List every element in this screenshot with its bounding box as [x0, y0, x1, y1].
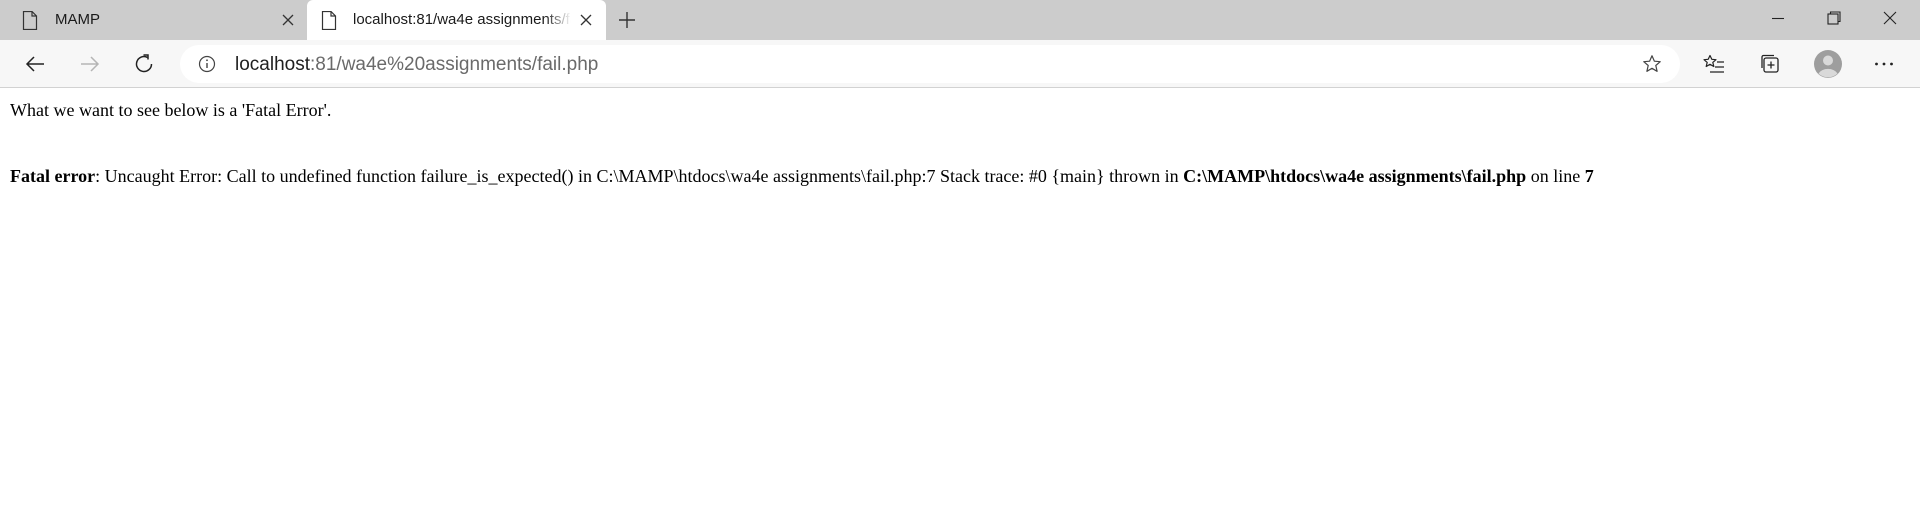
fatal-error-message: Fatal error: Uncaught Error: Call to und…: [10, 166, 1594, 187]
favorites-icon: [1703, 54, 1724, 73]
error-label: Fatal error: [10, 166, 96, 186]
error-line-number: 7: [1584, 166, 1594, 186]
avatar-icon: [1814, 50, 1842, 78]
restore-button[interactable]: [1806, 0, 1862, 36]
tab-title: localhost:81/wa4e assignments/fail.php: [353, 11, 571, 28]
page-icon: [321, 10, 337, 31]
page-icon: [22, 10, 38, 31]
refresh-button[interactable]: [128, 48, 160, 80]
intro-text: What we want to see below is a 'Fatal Er…: [10, 100, 332, 120]
error-file: C:\MAMP\htdocs\wa4e assignments\fail.php: [1183, 166, 1527, 186]
collections-button[interactable]: [1754, 48, 1786, 80]
favorites-button[interactable]: [1698, 48, 1730, 80]
minimize-icon: [1772, 17, 1784, 20]
tab-fail-php[interactable]: localhost:81/wa4e assignments/fail.php: [307, 0, 606, 40]
address-bar[interactable]: localhost:81/wa4e%20assignments/fail.php: [180, 45, 1680, 83]
favorite-star-icon[interactable]: [1642, 54, 1662, 74]
page-content: What we want to see below is a 'Fatal Er…: [0, 89, 1920, 531]
close-icon: [1883, 11, 1897, 25]
close-icon[interactable]: [279, 11, 297, 29]
plus-icon: [619, 12, 635, 28]
back-button[interactable]: [19, 48, 51, 80]
info-icon[interactable]: [198, 55, 216, 73]
more-icon: [1875, 62, 1893, 66]
restore-icon: [1827, 11, 1841, 25]
error-message: : Uncaught Error: Call to undefined func…: [95, 166, 1184, 186]
close-icon[interactable]: [577, 11, 595, 29]
new-tab-button[interactable]: [616, 9, 638, 31]
minimize-button[interactable]: [1750, 0, 1806, 36]
profile-button[interactable]: [1812, 48, 1844, 80]
address-url[interactable]: localhost:81/wa4e%20assignments/fail.php: [235, 54, 598, 76]
arrow-left-icon: [25, 56, 44, 72]
address-host: localhost: [235, 54, 310, 75]
address-path: :81/wa4e%20assignments/fail.php: [310, 54, 599, 75]
more-button[interactable]: [1868, 48, 1900, 80]
window-close-button[interactable]: [1862, 0, 1918, 36]
error-on-line: on line: [1526, 166, 1585, 186]
refresh-icon: [135, 54, 153, 73]
collections-icon: [1761, 54, 1779, 73]
tab-mamp[interactable]: MAMP: [0, 0, 306, 40]
title-bar: MAMP localhost:81/wa4e assignments/fail.…: [0, 0, 1920, 40]
forward-button[interactable]: [74, 48, 106, 80]
browser-toolbar: localhost:81/wa4e%20assignments/fail.php: [0, 40, 1920, 88]
tab-title: MAMP: [55, 11, 100, 28]
arrow-right-icon: [81, 56, 100, 72]
